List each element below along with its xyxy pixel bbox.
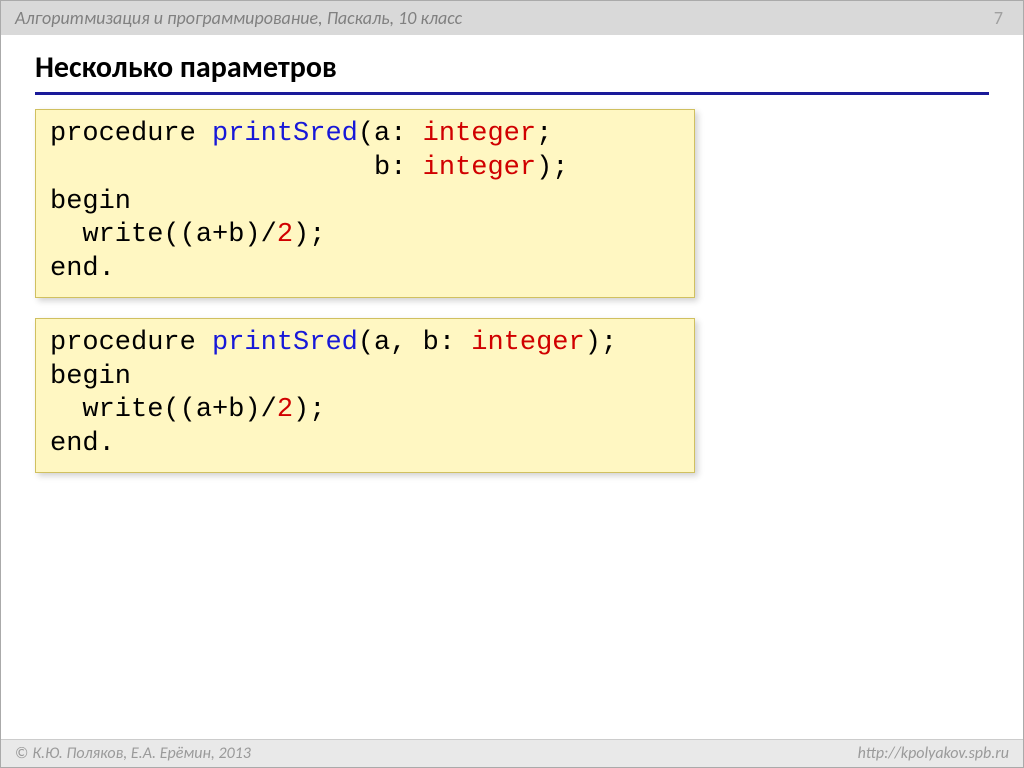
- page-number: 7: [994, 7, 1009, 29]
- footer-bar: © К.Ю. Поляков, Е.А. Ерёмин, 2013 http:/…: [1, 739, 1023, 767]
- code-token: 2: [277, 395, 293, 425]
- footer-url: http://kpolyakov.spb.ru: [858, 744, 1009, 763]
- content-area: Несколько параметров procedure printSred…: [1, 35, 1023, 739]
- code-token: );: [536, 153, 568, 183]
- code-token: integer: [471, 328, 584, 358]
- code-token: 2: [277, 220, 293, 250]
- code-block-2: procedure printSred(a, b: integer); begi…: [35, 318, 695, 473]
- code-token: write((a+b)/: [50, 395, 277, 425]
- slide-title: Несколько параметров: [35, 49, 989, 95]
- code-token: [196, 119, 212, 149]
- code-token: );: [293, 220, 325, 250]
- code-token: printSred: [212, 328, 358, 358]
- authors: К.Ю. Поляков, Е.А. Ерёмин, 2013: [32, 744, 251, 763]
- code-token: );: [585, 328, 617, 358]
- code-token: procedure: [50, 119, 196, 149]
- code-token: write((a+b)/: [50, 220, 277, 250]
- code-token: (a:: [358, 119, 423, 149]
- copyright-icon: ©: [15, 744, 28, 763]
- code-token: end.: [50, 254, 115, 284]
- code-token: end.: [50, 429, 115, 459]
- code-token: (a, b:: [358, 328, 471, 358]
- slide: Алгоритмизация и программирование, Паска…: [0, 0, 1024, 768]
- code-token: begin: [50, 362, 131, 392]
- copyright: © К.Ю. Поляков, Е.А. Ерёмин, 2013: [15, 744, 251, 763]
- code-token: [196, 328, 212, 358]
- code-block-1: procedure printSred(a: integer; b: integ…: [35, 109, 695, 298]
- header-bar: Алгоритмизация и программирование, Паска…: [1, 1, 1023, 35]
- code-token: b:: [50, 153, 423, 183]
- code-token: );: [293, 395, 325, 425]
- code-token: procedure: [50, 328, 196, 358]
- code-token: integer: [423, 119, 536, 149]
- course-title: Алгоритмизация и программирование, Паска…: [15, 7, 462, 29]
- code-token: begin: [50, 187, 131, 217]
- code-token: printSred: [212, 119, 358, 149]
- code-token: integer: [423, 153, 536, 183]
- code-token: ;: [536, 119, 552, 149]
